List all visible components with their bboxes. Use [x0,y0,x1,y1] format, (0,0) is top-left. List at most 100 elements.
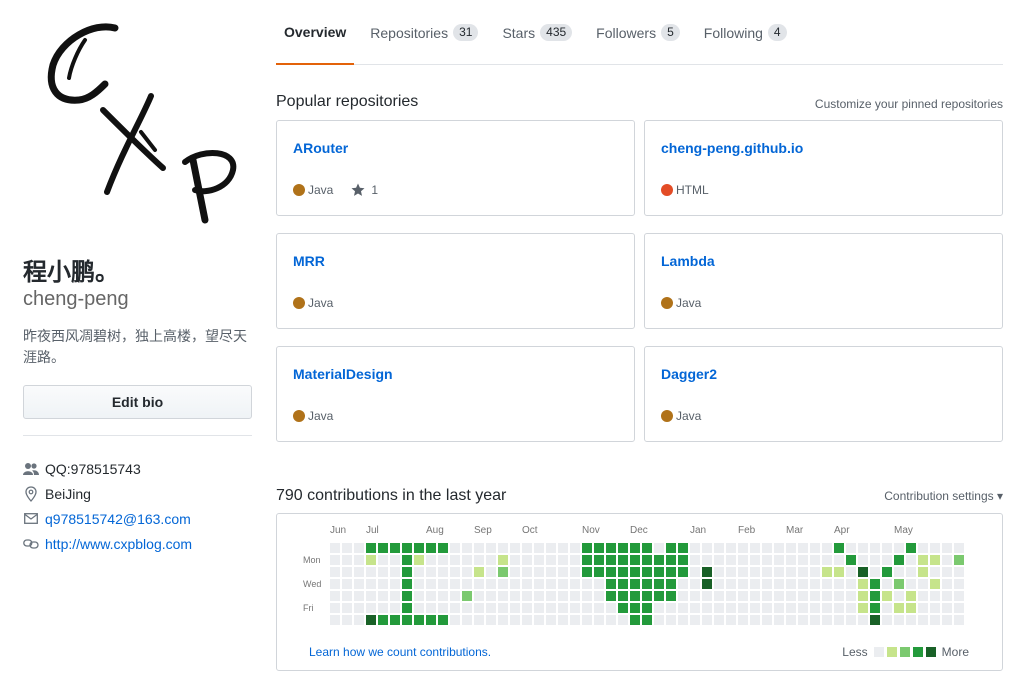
contribution-day[interactable] [930,603,940,613]
contribution-day[interactable] [558,579,568,589]
contribution-day[interactable] [474,555,484,565]
contribution-day[interactable] [354,567,364,577]
contribution-day[interactable] [570,543,580,553]
contribution-day[interactable] [594,567,604,577]
contribution-day[interactable] [486,567,496,577]
contribution-day[interactable] [402,579,412,589]
contribution-day[interactable] [414,555,424,565]
contribution-day[interactable] [870,603,880,613]
contribution-day[interactable] [534,591,544,601]
contribution-day[interactable] [738,603,748,613]
contribution-day[interactable] [834,555,844,565]
contribution-day[interactable] [546,555,556,565]
repo-stars[interactable]: 1 [351,183,378,197]
contribution-day[interactable] [462,543,472,553]
contribution-day[interactable] [570,603,580,613]
contribution-day[interactable] [378,591,388,601]
contribution-day[interactable] [858,615,868,625]
contribution-day[interactable] [462,555,472,565]
contribution-day[interactable] [642,543,652,553]
contribution-day[interactable] [342,591,352,601]
contribution-day[interactable] [462,615,472,625]
contribution-day[interactable] [582,579,592,589]
contribution-day[interactable] [738,555,748,565]
contribution-day[interactable] [714,579,724,589]
tab-overview[interactable]: Overview [276,0,355,65]
contribution-day[interactable] [918,543,928,553]
contribution-day[interactable] [774,543,784,553]
contribution-day[interactable] [714,591,724,601]
contribution-day[interactable] [594,603,604,613]
contribution-day[interactable] [426,567,436,577]
contribution-day[interactable] [678,603,688,613]
contribution-day[interactable] [774,603,784,613]
contribution-day[interactable] [558,555,568,565]
contribution-day[interactable] [954,555,964,565]
contribution-day[interactable] [522,543,532,553]
repo-link[interactable]: MaterialDesign [293,366,618,382]
contribution-day[interactable] [678,591,688,601]
contribution-day[interactable] [882,567,892,577]
contribution-day[interactable] [378,579,388,589]
contribution-day[interactable] [486,591,496,601]
contribution-day[interactable] [930,543,940,553]
contribution-day[interactable] [486,615,496,625]
contribution-day[interactable] [534,555,544,565]
contribution-day[interactable] [762,591,772,601]
contribution-day[interactable] [942,591,952,601]
contribution-day[interactable] [630,615,640,625]
contribution-day[interactable] [426,591,436,601]
contribution-day[interactable] [870,543,880,553]
tab-following[interactable]: Following 4 [696,0,795,65]
contribution-day[interactable] [630,591,640,601]
contribution-day[interactable] [630,555,640,565]
contribution-day[interactable] [366,603,376,613]
contribution-day[interactable] [858,567,868,577]
contribution-day[interactable] [606,555,616,565]
tab-repositories[interactable]: Repositories 31 [362,0,486,65]
contribution-day[interactable] [594,579,604,589]
contribution-day[interactable] [570,555,580,565]
contribution-day[interactable] [786,603,796,613]
contribution-day[interactable] [894,543,904,553]
contribution-day[interactable] [630,603,640,613]
contribution-day[interactable] [426,579,436,589]
contribution-day[interactable] [354,543,364,553]
contribution-day[interactable] [414,579,424,589]
contribution-day[interactable] [510,603,520,613]
contribution-day[interactable] [750,543,760,553]
contribution-day[interactable] [918,567,928,577]
contribution-day[interactable] [774,615,784,625]
contribution-day[interactable] [498,567,508,577]
contribution-day[interactable] [666,591,676,601]
contribution-day[interactable] [426,603,436,613]
contribution-day[interactable] [810,543,820,553]
contribution-day[interactable] [774,579,784,589]
contribution-day[interactable] [570,591,580,601]
contribution-day[interactable] [330,591,340,601]
contribution-day[interactable] [438,603,448,613]
contribution-day[interactable] [498,579,508,589]
contribution-day[interactable] [750,603,760,613]
contribution-day[interactable] [582,615,592,625]
contribution-day[interactable] [618,579,628,589]
contribution-day[interactable] [606,591,616,601]
contribution-day[interactable] [762,615,772,625]
contribution-day[interactable] [462,591,472,601]
contribution-day[interactable] [354,555,364,565]
contribution-day[interactable] [594,591,604,601]
contribution-day[interactable] [438,591,448,601]
contribution-day[interactable] [750,579,760,589]
contribution-day[interactable] [330,603,340,613]
contribution-day[interactable] [642,615,652,625]
contribution-day[interactable] [462,567,472,577]
contribution-day[interactable] [762,579,772,589]
contribution-day[interactable] [690,555,700,565]
contribution-day[interactable] [510,579,520,589]
contribution-day[interactable] [810,555,820,565]
contribution-day[interactable] [366,579,376,589]
contribution-day[interactable] [702,567,712,577]
contribution-day[interactable] [438,579,448,589]
contribution-day[interactable] [894,603,904,613]
contribution-day[interactable] [834,591,844,601]
